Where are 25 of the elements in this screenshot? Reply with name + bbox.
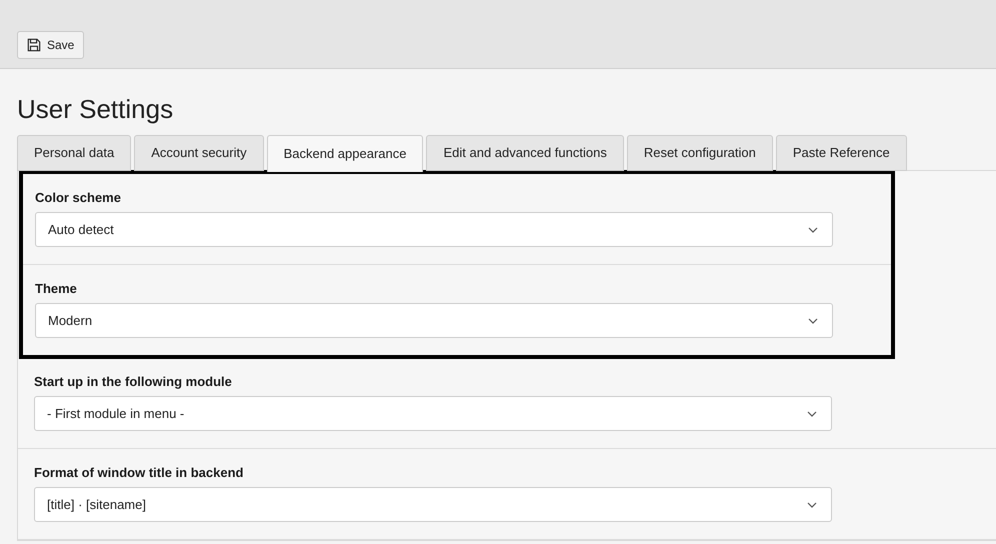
select-field[interactable]: - First module in menu - [34,396,832,431]
field-label: Color scheme [35,190,122,206]
page-title: User Settings [17,93,174,125]
chevron-down-icon [807,410,817,416]
select-field[interactable]: Auto detect [35,212,833,247]
tab[interactable]: Personal data [17,135,132,171]
select-value: Modern [48,312,92,330]
tab[interactable]: Backend appearance [266,135,424,172]
tab[interactable]: Account security [134,135,264,171]
save-button[interactable]: Save [17,31,84,59]
select-field[interactable]: [title] · [sitename] [34,487,832,522]
select-value: Auto detect [48,220,114,239]
select-value: [title] · [sitename] [47,496,146,514]
save-icon [27,38,41,52]
chevron-down-icon [807,502,817,508]
chevron-down-icon [808,226,818,232]
chevron-down-icon [808,318,818,324]
field-label: Start up in the following module [34,374,233,390]
field-label: Theme [35,281,78,297]
select-value: - First module in menu - [47,404,184,423]
tab[interactable]: Reset configuration [626,135,773,171]
tab[interactable]: Edit and advanced functions [426,135,624,171]
select-field[interactable]: Modern [35,303,833,338]
tab[interactable]: Paste Reference [776,135,907,171]
field-label: Format of window title in backend [34,465,244,481]
